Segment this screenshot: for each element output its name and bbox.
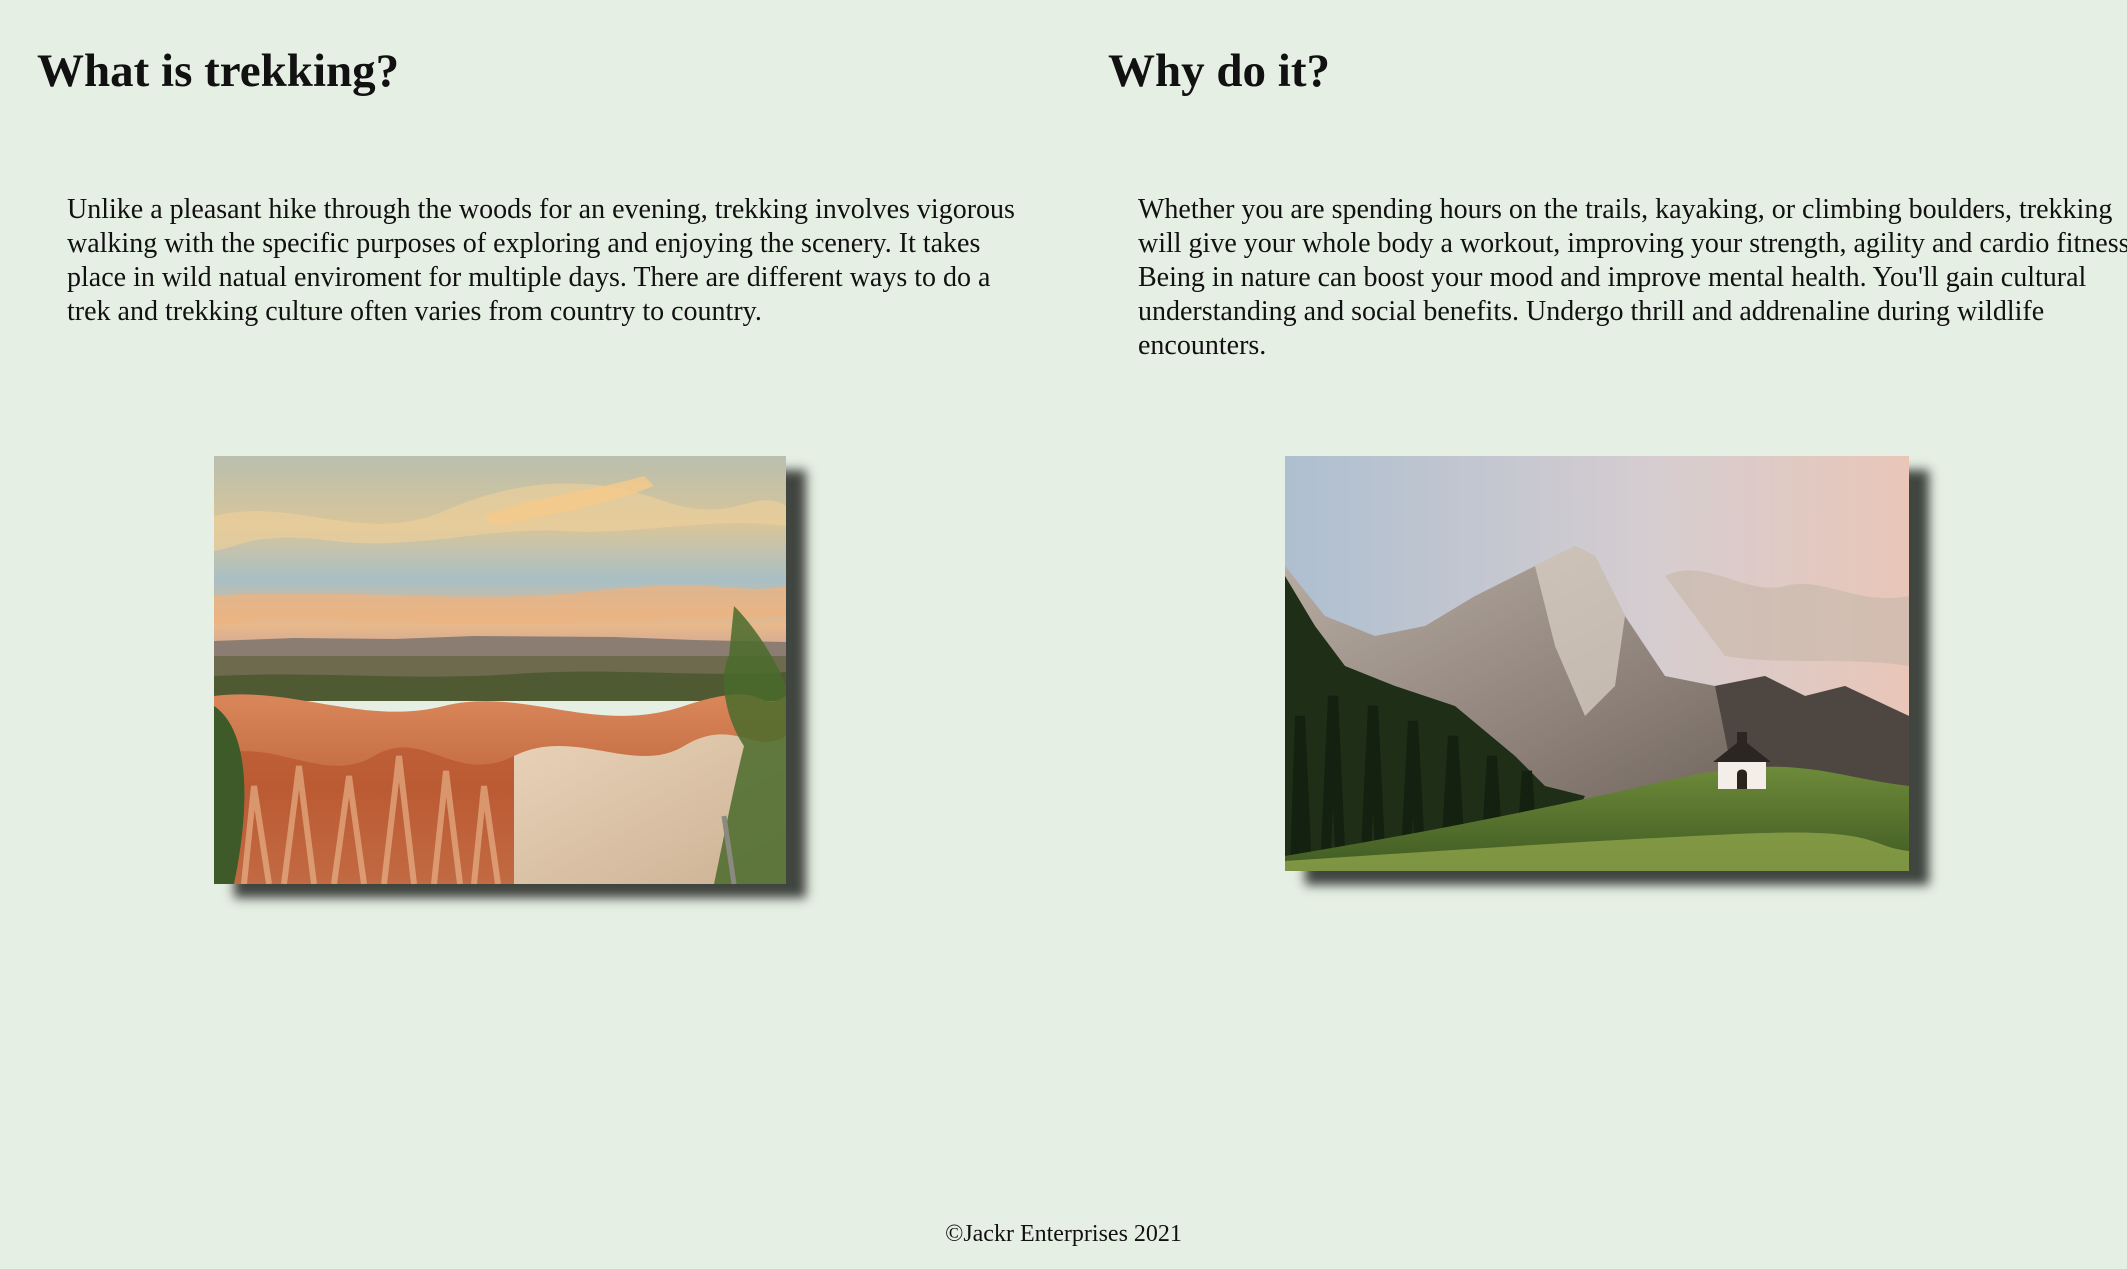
why-do-it-heading: Why do it? (1108, 45, 1330, 97)
why-do-it-section: Why do it? Whether you are spending hour… (1108, 0, 2127, 871)
copyright-footer: ©Jackr Enterprises 2021 (945, 1221, 1182, 1247)
why-do-it-paragraph: Whether you are spending hours on the tr… (1138, 194, 2127, 361)
canyon-photo (214, 456, 786, 884)
what-is-trekking-section: What is trekking? Unlike a pleasant hike… (37, 0, 1107, 884)
what-is-trekking-heading: What is trekking? (37, 45, 400, 97)
mountain-photo (1285, 456, 1909, 871)
what-is-trekking-paragraph: Unlike a pleasant hike through the woods… (67, 194, 1015, 327)
